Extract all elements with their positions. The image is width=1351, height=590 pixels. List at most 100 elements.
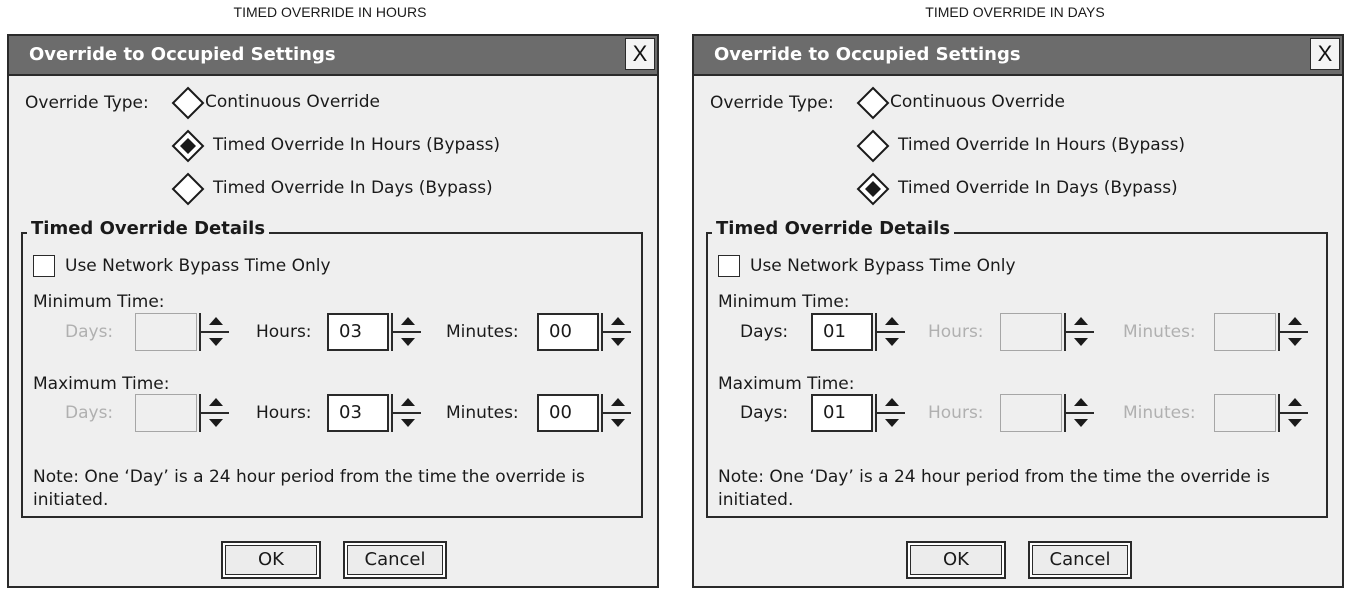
override-dialog-days: Override to Occupied Settings X Override T… <box>692 34 1344 588</box>
maximum-time-label: Maximum Time: <box>33 374 170 394</box>
minutes-label: Minutes: <box>446 322 519 342</box>
max-hours-up-arrow-icon[interactable] <box>1070 394 1092 411</box>
max-days-down-arrow-icon[interactable] <box>205 414 227 431</box>
min-minutes-field <box>1214 313 1276 351</box>
max-days-stepper <box>197 394 229 432</box>
days-label: Days: <box>65 322 114 342</box>
max-days-field[interactable]: 01 <box>811 394 873 432</box>
continuous-override-label: Continuous Override <box>205 92 380 112</box>
continuous-override-label: Continuous Override <box>890 92 1065 112</box>
close-button[interactable]: X <box>1310 38 1340 70</box>
dialog-title: Override to Occupied Settings <box>29 44 336 65</box>
timed-override-days-label: Timed Override In Days (Bypass) <box>213 178 493 198</box>
timed-override-days-radio-icon[interactable] <box>856 172 890 206</box>
minimum-time-label: Minimum Time: <box>33 292 165 312</box>
minutes-label: Minutes: <box>1123 403 1196 423</box>
minutes-label: Minutes: <box>1123 322 1196 342</box>
min-minutes-field[interactable]: 00 <box>537 313 599 351</box>
minimum-time-label: Minimum Time: <box>718 292 850 312</box>
max-days-stepper <box>873 394 905 432</box>
max-minutes-down-arrow-icon[interactable] <box>1284 414 1306 431</box>
continuous-override-radio-icon[interactable] <box>856 86 890 120</box>
timed-override-hours-radio-icon[interactable] <box>171 129 205 163</box>
min-days-field[interactable]: 01 <box>811 313 873 351</box>
min-hours-up-arrow-icon[interactable] <box>397 313 419 330</box>
max-days-up-arrow-icon[interactable] <box>205 394 227 411</box>
min-minutes-down-arrow-icon[interactable] <box>1284 333 1306 350</box>
timed-override-days-radio-icon[interactable] <box>171 172 205 206</box>
min-hours-down-arrow-icon[interactable] <box>1070 333 1092 350</box>
timed-override-hours-label: Timed Override In Hours (Bypass) <box>213 135 501 155</box>
min-minutes-up-arrow-icon[interactable] <box>1284 313 1306 330</box>
max-hours-down-arrow-icon[interactable] <box>397 414 419 431</box>
cancel-button[interactable]: Cancel <box>343 541 447 579</box>
max-minutes-stepper <box>1276 394 1308 432</box>
caption-hours: TIMED OVERRIDE IN HOURS <box>233 4 427 20</box>
timed-override-hours-radio-icon[interactable] <box>856 129 890 163</box>
min-hours-field[interactable]: 03 <box>327 313 389 351</box>
max-hours-up-arrow-icon[interactable] <box>397 394 419 411</box>
override-dialog-hours: Override to Occupied Settings X Override T… <box>7 34 659 588</box>
max-days-up-arrow-icon[interactable] <box>881 394 903 411</box>
max-days-down-arrow-icon[interactable] <box>881 414 903 431</box>
cancel-button[interactable]: Cancel <box>1028 541 1132 579</box>
close-button[interactable]: X <box>625 38 655 70</box>
max-minutes-up-arrow-icon[interactable] <box>1284 394 1306 411</box>
min-days-stepper <box>873 313 905 351</box>
title-bar: Override to Occupied Settings X <box>694 36 1342 76</box>
minutes-label: Minutes: <box>446 403 519 423</box>
hours-label: Hours: <box>928 403 984 423</box>
min-minutes-up-arrow-icon[interactable] <box>607 313 629 330</box>
network-bypass-checkbox[interactable] <box>33 255 55 277</box>
note-text: Note: One ‘Day’ is a 24 hour period from… <box>718 467 1270 510</box>
timed-override-hours-label: Timed Override In Hours (Bypass) <box>898 135 1186 155</box>
min-days-field <box>135 313 197 351</box>
min-hours-down-arrow-icon[interactable] <box>397 333 419 350</box>
max-hours-down-arrow-icon[interactable] <box>1070 414 1092 431</box>
title-bar: Override to Occupied Settings X <box>9 36 657 76</box>
override-type-label: Override Type: <box>710 93 834 113</box>
maximum-time-label: Maximum Time: <box>718 374 855 394</box>
dialog-title: Override to Occupied Settings <box>714 44 1021 65</box>
override-type-label: Override Type: <box>25 93 149 113</box>
max-days-field <box>135 394 197 432</box>
hours-label: Hours: <box>256 322 312 342</box>
min-minutes-stepper <box>599 313 631 351</box>
min-days-down-arrow-icon[interactable] <box>881 333 903 350</box>
ok-button[interactable]: OK <box>221 541 321 579</box>
min-minutes-down-arrow-icon[interactable] <box>607 333 629 350</box>
days-label: Days: <box>65 403 114 423</box>
min-hours-up-arrow-icon[interactable] <box>1070 313 1092 330</box>
min-hours-stepper <box>1062 313 1094 351</box>
min-days-up-arrow-icon[interactable] <box>881 313 903 330</box>
min-days-up-arrow-icon[interactable] <box>205 313 227 330</box>
note-text: Note: One ‘Day’ is a 24 hour period from… <box>33 467 585 510</box>
network-bypass-label: Use Network Bypass Time Only <box>65 256 331 276</box>
timed-override-days-label: Timed Override In Days (Bypass) <box>898 178 1178 198</box>
max-minutes-field <box>1214 394 1276 432</box>
min-days-stepper <box>197 313 229 351</box>
max-hours-stepper <box>389 394 421 432</box>
timed-override-details-title: Timed Override Details <box>712 216 955 242</box>
min-hours-stepper <box>389 313 421 351</box>
timed-override-details-title: Timed Override Details <box>27 216 270 242</box>
max-minutes-stepper <box>599 394 631 432</box>
max-hours-field <box>1000 394 1062 432</box>
hours-label: Hours: <box>928 322 984 342</box>
max-minutes-down-arrow-icon[interactable] <box>607 414 629 431</box>
max-minutes-up-arrow-icon[interactable] <box>607 394 629 411</box>
max-hours-field[interactable]: 03 <box>327 394 389 432</box>
days-label: Days: <box>740 403 789 423</box>
continuous-override-radio-icon[interactable] <box>171 86 205 120</box>
max-hours-stepper <box>1062 394 1094 432</box>
network-bypass-checkbox[interactable] <box>718 255 740 277</box>
min-days-down-arrow-icon[interactable] <box>205 333 227 350</box>
caption-days: TIMED OVERRIDE IN DAYS <box>925 4 1105 20</box>
min-minutes-stepper <box>1276 313 1308 351</box>
days-label: Days: <box>740 322 789 342</box>
max-minutes-field[interactable]: 00 <box>537 394 599 432</box>
network-bypass-label: Use Network Bypass Time Only <box>750 256 1016 276</box>
min-hours-field <box>1000 313 1062 351</box>
hours-label: Hours: <box>256 403 312 423</box>
ok-button[interactable]: OK <box>906 541 1006 579</box>
